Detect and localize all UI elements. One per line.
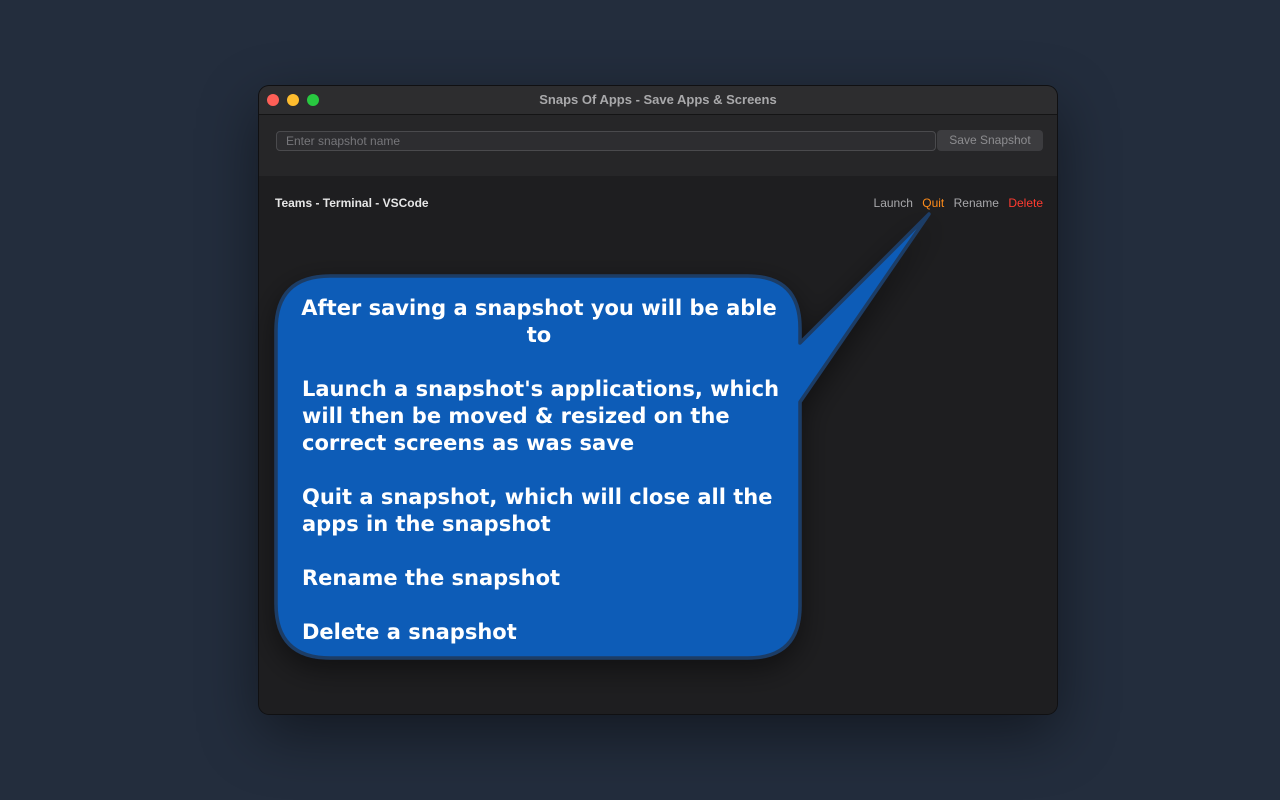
snapshot-name: Teams - Terminal - VSCode xyxy=(275,196,429,210)
callout-item-rename: Rename the snapshot xyxy=(302,566,561,590)
snapshot-name-input[interactable] xyxy=(276,131,936,151)
callout-item-delete: Delete a snapshot xyxy=(302,620,517,644)
quit-snapshot-link[interactable]: Quit xyxy=(922,196,944,210)
callout-heading: After saving a snapshot you will be able… xyxy=(301,296,777,347)
snapshot-toolbar: Save Snapshot xyxy=(259,115,1057,176)
callout-text: After saving a snapshot you will be able… xyxy=(301,295,782,673)
title-bar[interactable]: Snaps Of Apps - Save Apps & Screens xyxy=(259,86,1057,115)
snapshot-row: Teams - Terminal - VSCode Launch Quit Re… xyxy=(275,196,1043,212)
callout-item-launch: Launch a snapshot's applications, which … xyxy=(302,377,780,455)
save-snapshot-button[interactable]: Save Snapshot xyxy=(937,130,1043,151)
window-title: Snaps Of Apps - Save Apps & Screens xyxy=(539,92,777,107)
launch-snapshot-link[interactable]: Launch xyxy=(874,196,913,210)
snapshot-actions: Launch Quit Rename Delete xyxy=(868,196,1043,210)
delete-snapshot-link[interactable]: Delete xyxy=(1008,196,1043,210)
callout-item-quit: Quit a snapshot, which will close all th… xyxy=(302,485,773,536)
rename-snapshot-link[interactable]: Rename xyxy=(954,196,999,210)
